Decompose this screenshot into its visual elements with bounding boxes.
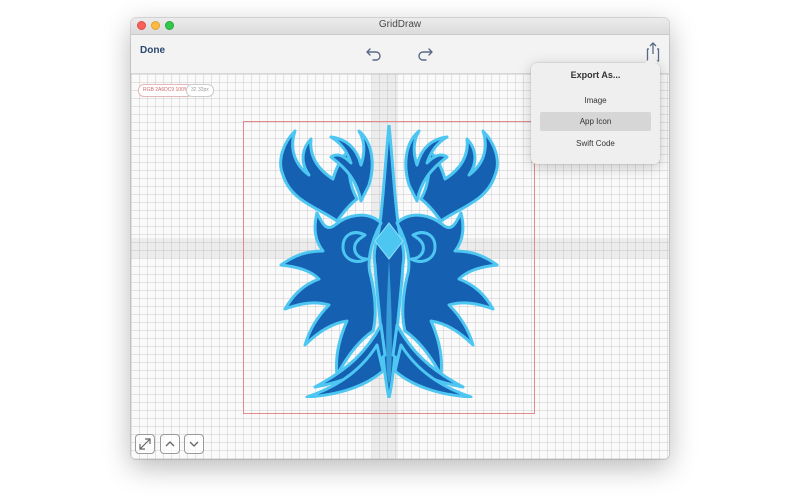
redo-icon[interactable] <box>415 43 435 63</box>
popover-arrow <box>645 56 659 63</box>
title-bar: GridDraw <box>131 18 669 35</box>
app-window: GridDraw Done RGB 2A6DC9 100% 32 32px Ex… <box>131 18 669 459</box>
size-info-pill[interactable]: 32 32px <box>186 84 214 97</box>
window-title: GridDraw <box>378 19 422 30</box>
export-popover: Export As... Image App Icon Swift Code <box>531 56 660 164</box>
expand-icon[interactable] <box>135 434 155 454</box>
done-button[interactable]: Done <box>140 45 165 56</box>
export-image-option[interactable]: Image <box>540 91 651 110</box>
chevron-up-icon[interactable] <box>160 434 180 454</box>
popover-title: Export As... <box>570 70 621 80</box>
tribal-artwork[interactable] <box>277 125 501 398</box>
export-app-icon-option[interactable]: App Icon <box>540 112 651 131</box>
undo-icon[interactable] <box>364 43 384 63</box>
chevron-down-icon[interactable] <box>184 434 204 454</box>
export-swift-code-option[interactable]: Swift Code <box>540 134 651 153</box>
